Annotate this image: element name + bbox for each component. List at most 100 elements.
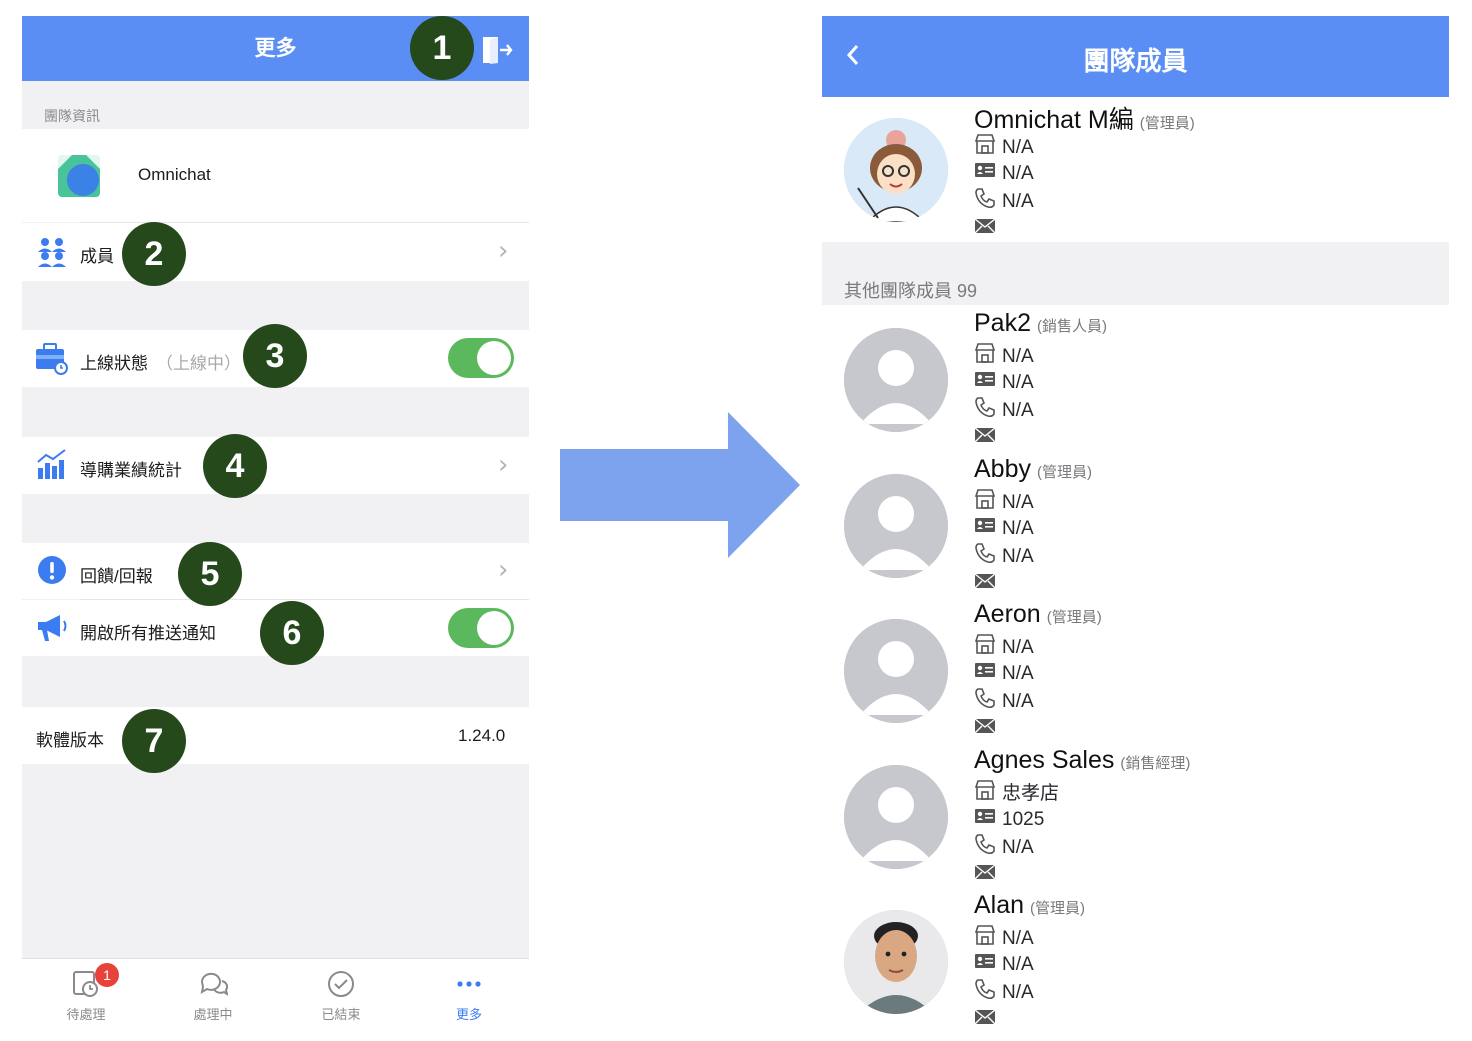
store-icon <box>974 342 996 372</box>
avatar <box>844 619 948 723</box>
avatar <box>844 328 948 432</box>
transition-arrow <box>558 412 802 563</box>
sales-stats-label: 導購業績統計 <box>80 461 182 480</box>
store-line: 忠孝店 <box>974 779 1059 806</box>
member-card[interactable]: Pak2 (銷售人員) N/A N/A N/A <box>822 309 1449 454</box>
id-card-icon <box>974 660 996 687</box>
id-value: 1025 <box>1002 809 1045 830</box>
notification-badge: 1 <box>95 963 119 987</box>
member-role: (管理員) <box>1036 464 1092 481</box>
callout-badge: 2 <box>122 222 186 286</box>
more-dots-icon <box>406 969 532 1004</box>
callout-badge: 6 <box>260 601 324 665</box>
store-value: 忠孝店 <box>1002 783 1060 805</box>
member-header: Pak2 (銷售人員) <box>974 309 1107 338</box>
member-card[interactable]: Abby (管理員) N/A N/A N/A <box>822 455 1449 600</box>
phone-icon <box>974 978 996 1008</box>
phone-line: N/A <box>974 187 1034 214</box>
sales-stats-row[interactable]: 導購業績統計 › <box>22 437 529 494</box>
members-icon <box>36 236 68 273</box>
page-title: 團隊成員 <box>1083 46 1188 76</box>
others-count: 99 <box>957 281 978 301</box>
store-line: N/A <box>974 342 1034 369</box>
avatar <box>844 474 948 578</box>
mail-icon[interactable] <box>974 718 996 739</box>
tab-pending[interactable]: 待處理 <box>23 969 149 1023</box>
mail-icon[interactable] <box>974 218 996 239</box>
id-line: 1025 <box>974 806 1044 833</box>
id-card-icon <box>974 806 996 833</box>
store-value: N/A <box>1002 637 1034 659</box>
phone-value: N/A <box>1002 837 1034 859</box>
phone-icon <box>974 687 996 717</box>
team-members-screen: 團隊成員 其他團隊成員 99 Omnichat M編 (管理員) N/A N/A N/A… <box>822 16 1449 1040</box>
member-card[interactable]: Alan (管理員) N/A N/A N/A <box>822 891 1449 1036</box>
version-value: 1.24.0 <box>458 726 506 745</box>
store-line: N/A <box>974 633 1034 660</box>
id-line: N/A <box>974 160 1034 187</box>
mail-icon[interactable] <box>974 864 996 885</box>
logout-icon[interactable] <box>480 34 514 71</box>
tab-more[interactable]: 更多 <box>406 969 532 1023</box>
members-row[interactable]: 成員 › <box>22 223 529 281</box>
megaphone-icon <box>34 612 70 649</box>
tab-bar: 待處理 1 處理中 已結束 更多 <box>22 958 529 1041</box>
phone-line: N/A <box>974 687 1034 714</box>
others-section-label: 其他團隊成員 99 <box>844 277 977 303</box>
phone-value: N/A <box>1002 691 1034 713</box>
member-name: Alan <box>974 891 1025 919</box>
callout-badge: 5 <box>178 542 242 606</box>
push-toggle[interactable] <box>448 608 514 648</box>
member-header: Omnichat M編 (管理員) <box>974 100 1195 136</box>
mail-icon[interactable] <box>974 573 996 594</box>
phone-value: N/A <box>1002 191 1034 213</box>
store-icon <box>974 488 996 518</box>
online-toggle[interactable] <box>448 338 514 378</box>
callout-badge: 4 <box>203 434 267 498</box>
phone-icon <box>974 833 996 863</box>
avatar <box>844 118 948 222</box>
store-line: N/A <box>974 133 1034 160</box>
member-card[interactable]: Omnichat M編 (管理員) N/A N/A N/A <box>822 100 1449 245</box>
phone-line: N/A <box>974 978 1034 1005</box>
tab-closed[interactable]: 已結束 <box>278 969 404 1023</box>
member-role: (管理員) <box>1030 900 1086 917</box>
mail-icon[interactable] <box>974 427 996 448</box>
mail-icon[interactable] <box>974 1009 996 1030</box>
tab-processing[interactable]: 處理中 <box>150 969 276 1023</box>
member-name: Abby <box>974 455 1031 483</box>
store-icon <box>974 779 996 809</box>
store-icon <box>974 133 996 163</box>
member-name: Agnes Sales <box>974 746 1115 774</box>
feedback-row[interactable]: 回饋/回報 › <box>22 543 529 599</box>
tab-label: 更多 <box>455 1007 482 1022</box>
id-value: N/A <box>1002 163 1034 184</box>
alert-icon <box>36 555 68 592</box>
store-line: N/A <box>974 924 1034 951</box>
store-value: N/A <box>1002 137 1034 159</box>
phone-value: N/A <box>1002 546 1034 568</box>
member-header: Agnes Sales (銷售經理) <box>974 746 1190 775</box>
member-name: Omnichat M編 <box>974 106 1134 134</box>
online-state-text: （上線中） <box>156 354 241 373</box>
id-line: N/A <box>974 515 1034 542</box>
store-value: N/A <box>1002 928 1034 950</box>
callout-badge: 7 <box>122 709 186 773</box>
avatar <box>844 910 948 1014</box>
phone-icon <box>974 396 996 426</box>
feedback-label: 回饋/回報 <box>80 567 153 586</box>
member-header: Abby (管理員) <box>974 455 1092 484</box>
member-name: Pak2 <box>974 309 1031 337</box>
member-name: Aeron <box>974 600 1041 628</box>
member-card[interactable]: Agnes Sales (銷售經理) 忠孝店 1025 N/A <box>822 746 1449 891</box>
chevron-right-icon: › <box>498 236 509 266</box>
id-value: N/A <box>1002 518 1034 539</box>
member-header: Aeron (管理員) <box>974 600 1102 629</box>
id-card-icon <box>974 369 996 396</box>
check-circle-icon <box>278 969 404 1004</box>
chat-icon <box>150 969 276 1004</box>
avatar <box>844 765 948 869</box>
tab-label: 處理中 <box>193 1007 233 1022</box>
chevron-right-icon: › <box>498 555 509 585</box>
member-card[interactable]: Aeron (管理員) N/A N/A N/A <box>822 600 1449 745</box>
